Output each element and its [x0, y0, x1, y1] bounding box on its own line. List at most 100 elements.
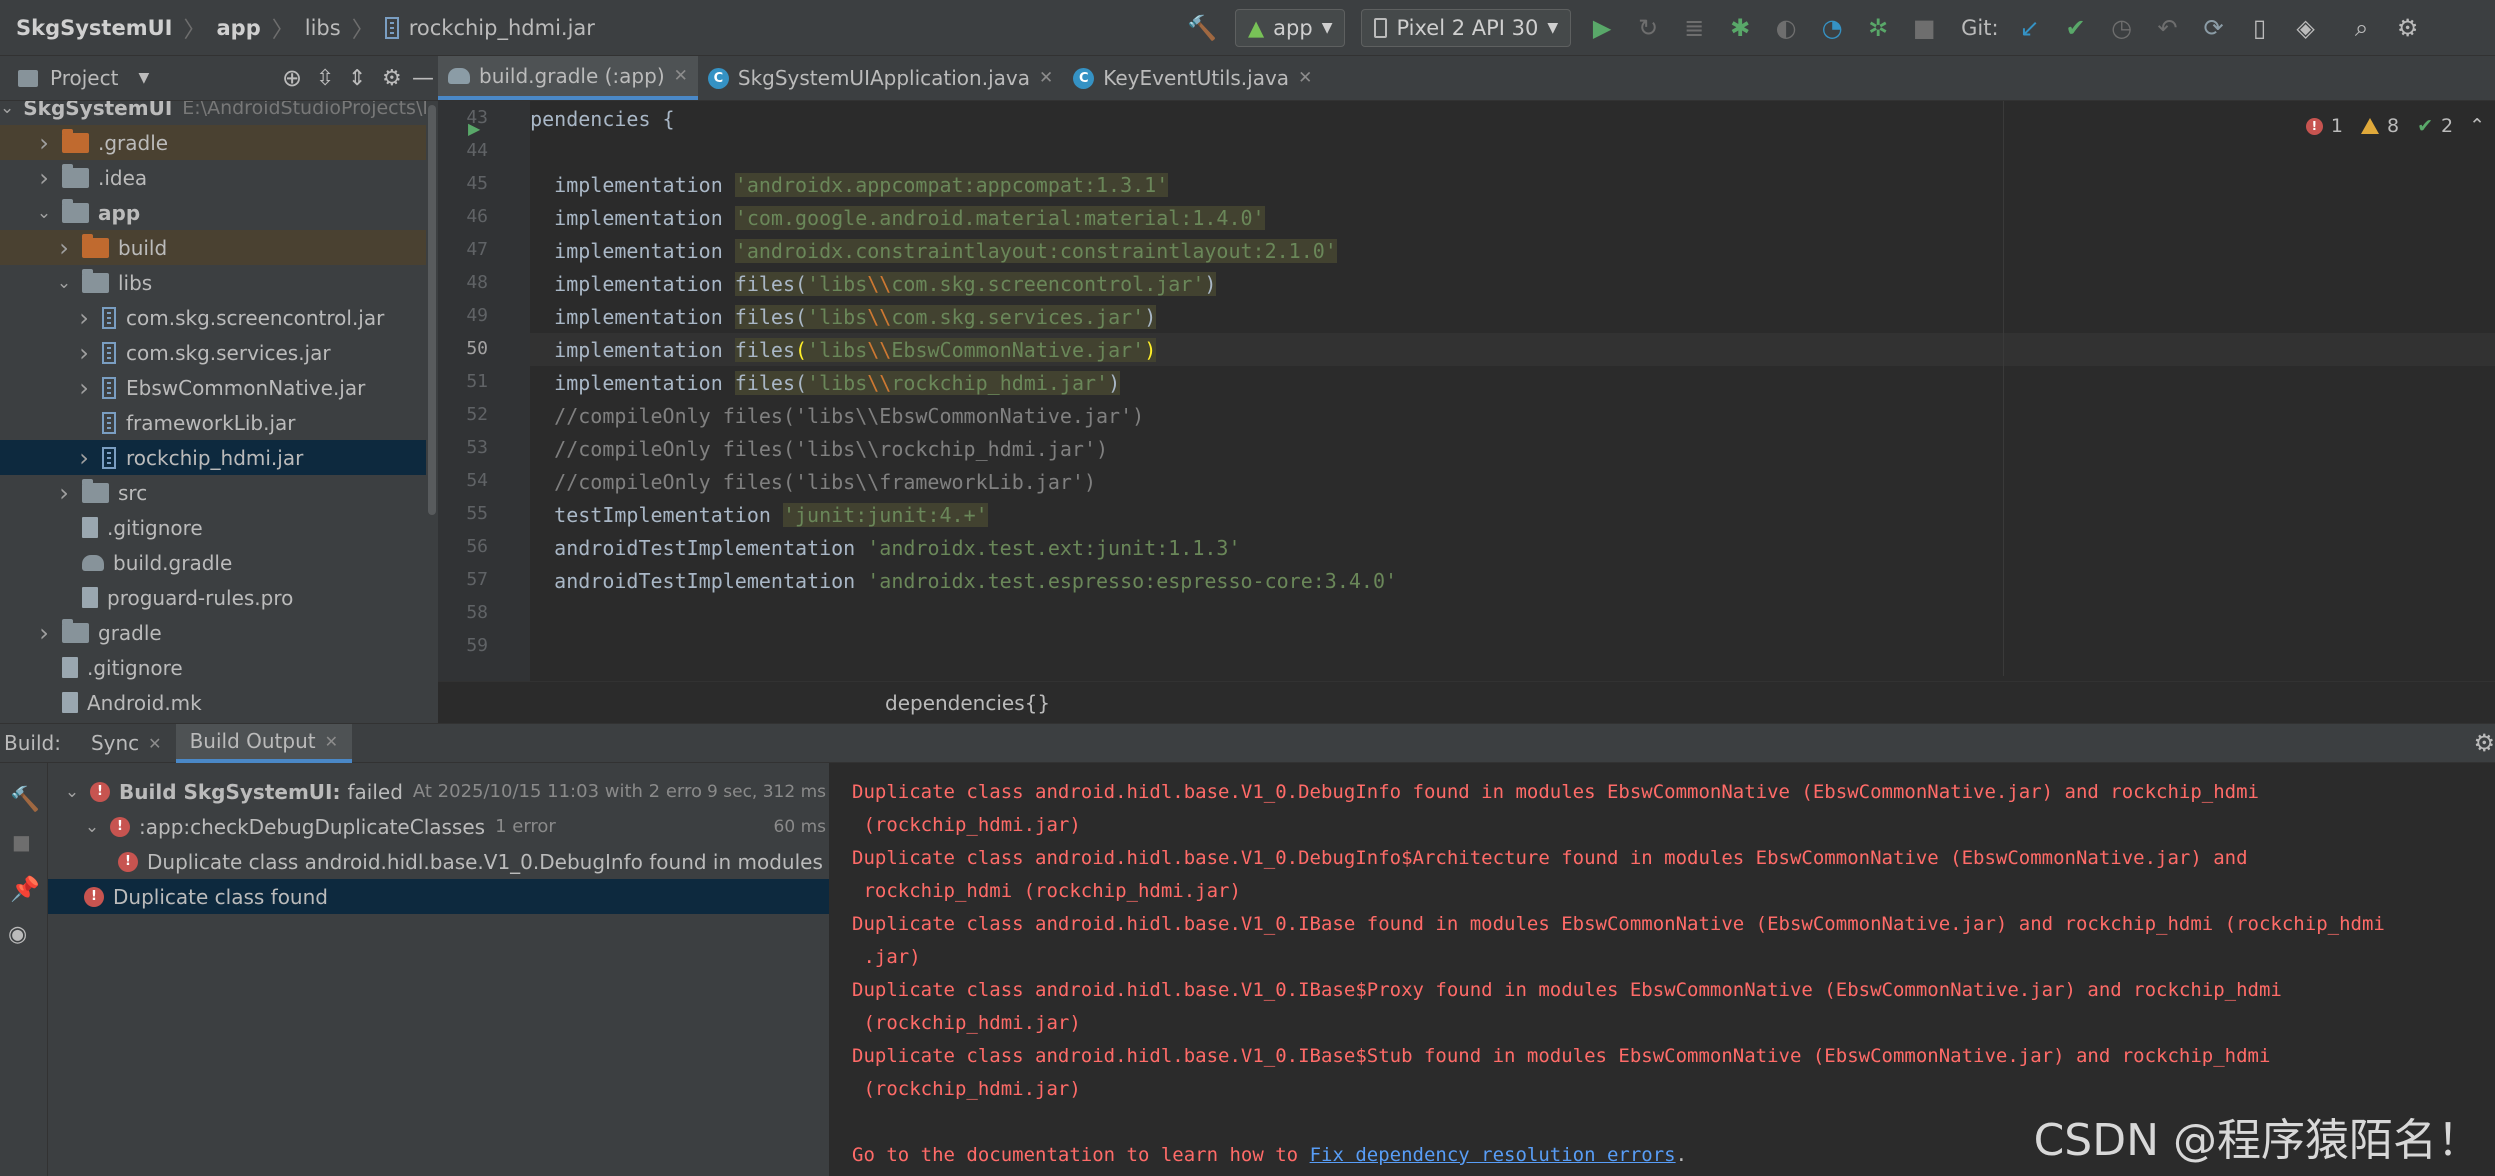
gear-icon[interactable]: ⚙ — [382, 66, 402, 91]
code-line: androidTestImplementation 'androidx.test… — [530, 531, 2495, 564]
chevron-down-icon[interactable]: ⌄ — [82, 817, 102, 837]
close-icon[interactable]: ✕ — [1298, 68, 1312, 88]
chevron-down-icon[interactable]: ⌄ — [34, 203, 54, 223]
breadcrumb-project[interactable]: SkgSystemUI — [16, 16, 172, 40]
tree-item[interactable]: ⌄ SkgSystemUI E:\AndroidStudioProjects\Des… — [0, 101, 438, 125]
chevron-right-icon[interactable]: › — [54, 234, 74, 262]
chevron-right-icon[interactable]: › — [74, 304, 94, 332]
pin-icon[interactable]: 📌 — [10, 875, 40, 903]
build-tree-item[interactable]: ⌄! Build SkgSystemUI: failed At 2025/10/15 … — [48, 774, 829, 809]
gear-icon[interactable]: ⚙ — [2473, 729, 2495, 757]
tree-item[interactable]: › build — [0, 230, 426, 265]
tree-item[interactable]: ⌄ app — [0, 195, 426, 230]
apply-changes-icon[interactable]: ≣ — [1679, 9, 1709, 47]
tree-item-label: gradle — [98, 620, 162, 645]
tree-item[interactable]: Android.mk — [0, 685, 426, 720]
module-icon — [62, 198, 89, 223]
git-update-icon[interactable]: ↙ — [2015, 9, 2045, 47]
tree-item[interactable]: › gradle — [0, 615, 426, 650]
inspection-widget[interactable]: ! 1 8 ✔ 2 ⌃ — [2305, 115, 2495, 137]
run-config-select[interactable]: ▲ app ▼ — [1235, 9, 1346, 47]
run-gutter-icon[interactable]: ▶ — [468, 119, 480, 138]
tree-item-label: EbswCommonNative.jar — [126, 375, 366, 400]
close-icon[interactable]: ✕ — [148, 734, 161, 753]
collapse-all-icon[interactable]: ⇕ — [348, 66, 366, 91]
editor-tab[interactable]: build.gradle (:app) ✕ — [438, 56, 698, 100]
code-token: testImplementation — [530, 502, 783, 527]
device-manager-icon[interactable]: ▯ — [2245, 9, 2275, 47]
chevron-up-icon[interactable]: ⌃ — [2469, 115, 2485, 137]
hide-icon[interactable]: — — [412, 66, 434, 91]
chevron-right-icon[interactable]: › — [74, 339, 94, 367]
hammer-icon[interactable]: 🔨 — [1185, 9, 1219, 47]
tree-item[interactable]: › EbswCommonNative.jar — [0, 370, 426, 405]
chevron-down-icon[interactable]: ⌄ — [54, 273, 74, 293]
chevron-right-icon[interactable]: › — [74, 374, 94, 402]
stop-icon[interactable]: ■ — [1909, 9, 1939, 47]
coverage-icon[interactable]: ◐ — [1771, 9, 1801, 47]
project-scrollbar[interactable] — [426, 101, 438, 723]
build-tree-item[interactable]: ! Duplicate class found — [48, 879, 829, 914]
build-tab[interactable]: Build Output ✕ — [175, 723, 353, 763]
gear-icon[interactable]: ⚙ — [2393, 9, 2423, 47]
tree-item[interactable]: › .gradle — [0, 125, 426, 160]
line-number: 44 — [466, 140, 488, 161]
chevron-down-icon[interactable]: ▼ — [138, 70, 149, 86]
close-icon[interactable]: ✕ — [674, 66, 688, 86]
build-tab[interactable]: Sync ✕ — [77, 724, 176, 763]
chevron-right-icon[interactable]: › — [34, 129, 54, 157]
rerun-icon[interactable]: ↻ — [1633, 9, 1663, 47]
chevron-down-icon[interactable]: ⌄ — [62, 782, 82, 802]
breadcrumb-file[interactable]: rockchip_hdmi.jar — [409, 16, 595, 40]
breadcrumb-folder[interactable]: libs — [305, 16, 341, 40]
tree-item[interactable]: proguard-rules.pro — [0, 580, 426, 615]
profile-icon[interactable]: ◔ — [1817, 9, 1847, 47]
debug-icon[interactable]: ✱ — [1725, 9, 1755, 47]
stop-icon[interactable]: ■ — [12, 830, 31, 854]
chevron-right-icon[interactable]: › — [34, 164, 54, 192]
search-icon[interactable]: ⌕ — [2347, 9, 2377, 47]
expand-all-icon[interactable]: ⇳ — [316, 66, 334, 91]
git-history-icon[interactable]: ◷ — [2107, 9, 2137, 47]
code-editor[interactable]: dependencies { implementation 'androidx.… — [530, 101, 2495, 681]
chevron-right-icon[interactable]: › — [74, 444, 94, 472]
build-tree-item[interactable]: ⌄!:app:checkDebugDuplicateClasses 1 error… — [48, 809, 829, 844]
close-icon[interactable]: ✕ — [1039, 68, 1053, 88]
gradle-sync-icon[interactable]: ⟳ — [2199, 9, 2229, 47]
tree-item[interactable]: › com.skg.screencontrol.jar — [0, 300, 426, 335]
device-label: Pixel 2 API 30 — [1396, 16, 1539, 40]
tree-item[interactable]: frameworkLib.jar — [0, 405, 426, 440]
tree-item[interactable]: .gitignore — [0, 650, 426, 685]
fix-dependency-link[interactable]: Fix dependency resolution errors — [1310, 1144, 1676, 1166]
tree-item[interactable]: ⌄ libs — [0, 265, 426, 300]
code-token: androidTestImplementation — [530, 535, 868, 560]
chevron-right-icon[interactable]: › — [54, 479, 74, 507]
editor-tab[interactable]: C SkgSystemUIApplication.java ✕ — [698, 56, 1063, 100]
chevron-down-icon[interactable]: ⌄ — [0, 101, 14, 118]
build-tree-item[interactable]: ! Duplicate class android.hidl.base.V1_0.… — [48, 844, 829, 879]
tree-item[interactable]: › .idea — [0, 160, 426, 195]
git-rollback-icon[interactable]: ↶ — [2153, 9, 2183, 47]
close-icon[interactable]: ✕ — [325, 732, 338, 751]
build-tree-label: Build SkgSystemUI: — [119, 779, 341, 804]
code-breadcrumb-item[interactable]: dependencies{} — [885, 691, 1050, 715]
hammer-icon[interactable]: 🔨 — [10, 785, 40, 813]
tree-item[interactable]: › src — [0, 475, 426, 510]
chevron-right-icon[interactable]: › — [34, 619, 54, 647]
editor-tab[interactable]: C KeyEventUtils.java ✕ — [1063, 56, 1322, 100]
eye-icon[interactable]: ◉ — [8, 922, 27, 947]
line-number: 54 — [466, 470, 488, 491]
project-view-title[interactable]: Project — [50, 66, 118, 90]
tree-item[interactable]: build.gradle — [0, 545, 426, 580]
crosshair-icon[interactable]: ⊕ — [282, 64, 302, 92]
breadcrumb-module[interactable]: app — [216, 16, 260, 40]
device-select[interactable]: Pixel 2 API 30 ▼ — [1361, 9, 1572, 47]
tree-item[interactable]: › rockchip_hdmi.jar — [0, 440, 426, 475]
sdk-manager-icon[interactable]: ◈ — [2291, 9, 2321, 47]
attach-debugger-icon[interactable]: ✲ — [1863, 9, 1893, 47]
tree-item[interactable]: › com.skg.services.jar — [0, 335, 426, 370]
build-time: 9 sec, 312 ms — [701, 781, 826, 802]
run-icon[interactable]: ▶ — [1587, 9, 1617, 47]
tree-item[interactable]: .gitignore — [0, 510, 426, 545]
git-commit-icon[interactable]: ✔ — [2061, 9, 2091, 47]
